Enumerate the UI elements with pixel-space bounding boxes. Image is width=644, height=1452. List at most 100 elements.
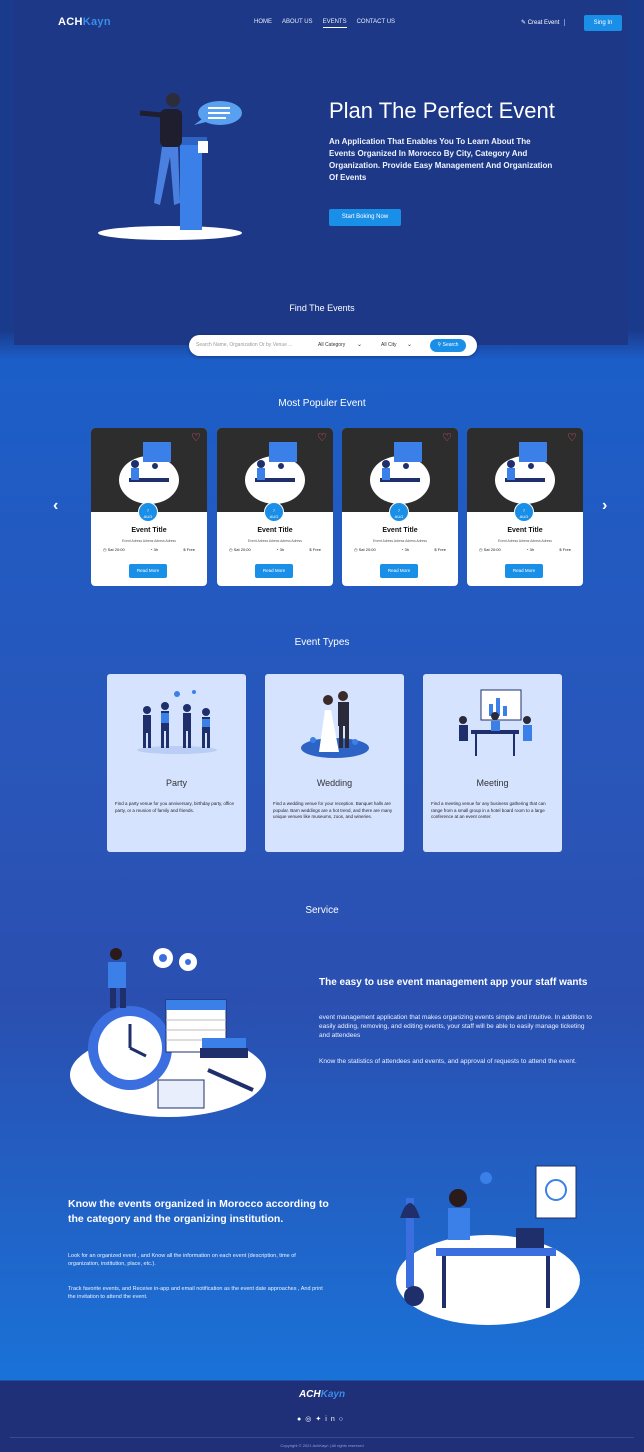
event-types-heading: Event Types [294,637,350,648]
event-price-text: Free [562,547,571,552]
service-paragraph-1: event management application that makes … [319,1014,592,1039]
footer: ACHKayn ●◎✦in○ Copyright © 2021 AchKayn … [10,1381,634,1452]
event-address: Event Adress Adress Adress Adress [498,539,552,543]
event-address: Event Adress Adress Adress Adress [373,539,427,543]
event-card[interactable]: ♡ 7 AUG Event Title Event Adress Adress A… [217,428,333,586]
hero-subtitle: An Application That Enables You To Learn… [329,137,553,182]
event-date-text: Sat 20:00 [107,547,125,552]
event-price: $ Free [183,547,195,552]
city-select[interactable]: All City [381,342,397,348]
search-input[interactable]: Search Name, Organization Or by Venue ..… [196,342,306,348]
know-title: Know the events organized in Morocco acc… [68,1198,329,1225]
read-more-button[interactable]: Read More [129,564,167,578]
timer-icon: ◔ [150,547,153,552]
event-date: ◷ Sat 20:00 [479,547,501,552]
event-duration: ◔ 3h [401,547,409,552]
type-name: Wedding [316,778,353,788]
sign-in-button[interactable]: Sing In [584,15,622,31]
event-duration-text: 3h [529,547,535,552]
service-heading: Service [305,905,339,916]
type-card-wedding[interactable]: Wedding Find a wedding venue for your re… [265,674,404,852]
event-duration-text: 3h [279,547,285,552]
brand-part2: Kayn [82,16,111,28]
event-day: 7 [272,508,276,513]
wedding-illustration [301,691,369,758]
meeting-illustration [459,689,532,756]
nav-about[interactable]: ABOUT US [282,19,313,28]
service-title: The easy to use event management app you… [319,977,588,988]
event-day: 7 [522,508,526,513]
event-price-text: Free [312,547,321,552]
event-illustration [370,442,430,504]
search-icon: ⚲ [437,342,442,348]
category-select[interactable]: All Category [318,342,345,348]
event-meta: ◷ Sat 20:00 ◔ 3h $ Free [229,547,321,552]
heart-icon[interactable]: ♡ [442,431,452,444]
know-paragraph-2: Track favorite events, and Receive in-ap… [68,1286,323,1300]
clock-icon: ◷ [354,547,358,552]
heart-icon[interactable]: ♡ [317,431,327,444]
clock-icon: ◷ [103,547,107,552]
carousel-prev-icon[interactable]: ‹ [53,497,58,515]
read-more-button[interactable]: Read More [505,564,543,578]
type-desc: Find a party venue for you anniversary, … [115,801,235,813]
event-card[interactable]: ♡ 7 AUG Event Title Event Adress Adress A… [467,428,583,586]
timer-icon: ◔ [526,547,529,552]
dollar-icon: $ [559,547,562,552]
event-price: $ Free [434,547,446,552]
pencil-icon: ✎ [521,20,527,26]
chevron-down-icon: ⌄ [407,342,413,348]
carousel-next-icon[interactable]: › [602,497,607,515]
event-title: Event Title [131,527,167,534]
event-card[interactable]: ♡ 7 AUG Event Title Event Adress Adress A… [342,428,458,586]
type-card-party[interactable]: Party Find a party venue for you anniver… [107,674,246,852]
nav-events[interactable]: EVENTS [322,19,347,28]
linkedin-icon[interactable]: in [325,1416,338,1423]
dollar-icon: $ [309,547,312,552]
event-date: ◷ Sat 20:00 [229,547,251,552]
nav-contact[interactable]: CONTACT US [357,19,395,28]
event-duration: ◔ 3h [150,547,158,552]
hero-title: Plan The Perfect Event [329,98,555,123]
timer-icon: ◔ [401,547,404,552]
event-card[interactable]: ♡ 7 AUG Event Title Event Adress Adress A… [91,428,207,586]
service-paragraph-2: Know the statistics of attendees and eve… [319,1058,577,1065]
search-button[interactable]: ⚲ Search [430,339,466,352]
event-day: 7 [397,508,401,513]
start-booking-button[interactable]: Start Boking Now [329,209,401,226]
twitter-icon[interactable]: ✦ [315,1416,325,1423]
event-date-text: Sat 20:00 [358,547,376,552]
read-more-button[interactable]: Read More [255,564,293,578]
event-price: $ Free [309,547,321,552]
read-more-button[interactable]: Read More [380,564,418,578]
top-nav: ACHKayn HOME ABOUT US EVENTS CONTACT US … [0,0,644,50]
social-icons: ●◎✦in○ [10,1415,634,1423]
service-illustration [70,948,266,1117]
event-meta: ◷ Sat 20:00 ◔ 3h $ Free [479,547,571,552]
footer-divider [10,1437,634,1438]
event-duration: ◔ 3h [526,547,534,552]
footer-brand-part2: Kayn [320,1389,346,1400]
event-image [91,428,207,512]
clock-icon: ◷ [229,547,233,552]
find-events-heading: Find The Events [289,303,355,313]
instagram-icon[interactable]: ◎ [305,1416,315,1423]
event-image [342,428,458,512]
event-date: ◷ Sat 20:00 [354,547,376,552]
nav-home[interactable]: HOME [254,19,272,28]
heart-icon[interactable]: ♡ [191,431,201,444]
type-desc: Find a meeting venue for any business ga… [431,801,546,819]
heart-icon[interactable]: ♡ [567,431,577,444]
type-card-meeting[interactable]: Meeting Find a meeting venue for any bus… [423,674,562,852]
create-event-link[interactable]: ✎ Creat Event [521,19,566,26]
hero-illustration [98,93,242,240]
github-icon[interactable]: ○ [339,1416,347,1423]
brand-logo[interactable]: ACHKayn [58,16,111,28]
event-day: 7 [146,508,150,513]
event-duration-text: 3h [404,547,410,552]
footer-brand-part1: ACH [298,1389,321,1400]
event-title: Event Title [257,527,293,534]
party-illustration [137,690,217,754]
footer-logo[interactable]: ACHKayn [10,1389,634,1400]
event-price: $ Free [559,547,571,552]
